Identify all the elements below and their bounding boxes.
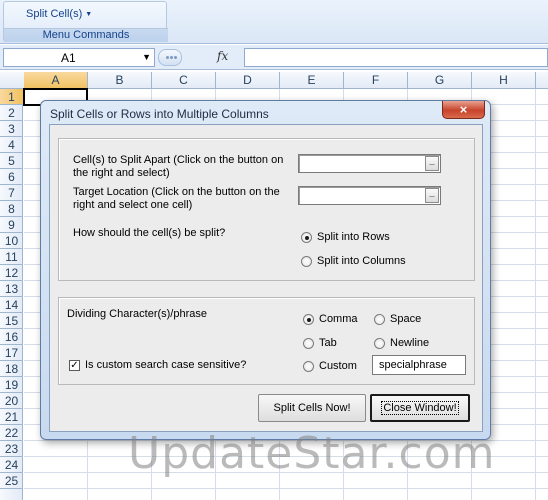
- radio-label: Tab: [319, 337, 337, 349]
- radio-label: Split into Columns: [317, 255, 406, 267]
- row-header-15[interactable]: 15: [0, 313, 23, 329]
- column-header-b[interactable]: B: [88, 72, 152, 89]
- split-cells-menu-label: Split Cell(s): [26, 8, 83, 20]
- radio-divider-tab[interactable]: Tab: [303, 337, 337, 349]
- row-header-24[interactable]: 24: [0, 457, 23, 473]
- formula-bar: A1 ▼ fx: [0, 45, 548, 70]
- radio-divider-space[interactable]: Space: [374, 313, 421, 325]
- row-header-20[interactable]: 20: [0, 393, 23, 409]
- case-sensitive-checkbox[interactable]: ✓: [69, 359, 80, 371]
- split-cells-dialog: Split Cells or Rows into Multiple Column…: [40, 100, 491, 440]
- radio-divider-newline[interactable]: Newline: [374, 337, 429, 349]
- split-cells-menu-button[interactable]: Split Cell(s) ▼: [26, 8, 92, 20]
- split-apart-input[interactable]: _: [298, 154, 441, 173]
- row-header-2[interactable]: 2: [0, 105, 23, 121]
- column-header-h[interactable]: H: [472, 72, 536, 89]
- column-header-g[interactable]: G: [408, 72, 472, 89]
- column-header-c[interactable]: C: [152, 72, 216, 89]
- row-header-6[interactable]: 6: [0, 169, 23, 185]
- name-box-value: A1: [61, 51, 76, 65]
- row-header-23[interactable]: 23: [0, 441, 23, 457]
- close-icon[interactable]: ×: [442, 101, 485, 119]
- radio-split-into-columns[interactable]: Split into Columns: [301, 255, 406, 267]
- dividing-character-label: Dividing Character(s)/phrase: [67, 308, 207, 320]
- row-header-19[interactable]: 19: [0, 377, 23, 393]
- formula-input[interactable]: [244, 48, 548, 67]
- row-headers: 1 2 3 4 5 6 7 8 9 10 11 12 13 14 15 16 17 18 19 20 21 22 23 24 2…: [0, 89, 23, 500]
- row-header-8[interactable]: 8: [0, 201, 23, 217]
- row-header-21[interactable]: 21: [0, 409, 23, 425]
- column-header-e[interactable]: E: [280, 72, 344, 89]
- radio-button[interactable]: [301, 255, 312, 267]
- row-header-7[interactable]: 7: [0, 185, 23, 201]
- row-header-13[interactable]: 13: [0, 281, 23, 297]
- close-window-button[interactable]: Close Window!: [370, 394, 470, 422]
- name-box[interactable]: A1 ▼: [3, 48, 155, 67]
- radio-button[interactable]: [303, 337, 314, 349]
- radio-label: Comma: [319, 313, 358, 325]
- row-header-10[interactable]: 10: [0, 233, 23, 249]
- radio-button[interactable]: [303, 313, 314, 325]
- split-cells-now-button[interactable]: Split Cells Now!: [258, 394, 366, 422]
- chevron-down-icon: ▼: [85, 10, 93, 18]
- row-header-11[interactable]: 11: [0, 249, 23, 265]
- radio-button[interactable]: [303, 360, 314, 372]
- formula-bar-resize-handle[interactable]: [158, 49, 182, 66]
- ribbon-group-menu-commands: Split Cell(s) ▼ Menu Commands: [3, 1, 168, 42]
- radio-button[interactable]: [374, 337, 385, 349]
- target-location-select-button[interactable]: _: [425, 188, 439, 203]
- case-sensitive-checkbox-row[interactable]: ✓ Is custom search case sensitive?: [69, 359, 246, 371]
- radio-button[interactable]: [374, 313, 385, 325]
- split-how-label: How should the cell(s) be split?: [73, 227, 226, 239]
- row-header-9[interactable]: 9: [0, 217, 23, 233]
- radio-split-into-rows[interactable]: Split into Rows: [301, 231, 390, 243]
- row-header-14[interactable]: 14: [0, 297, 23, 313]
- close-window-label: Close Window!: [381, 401, 459, 415]
- watermark: UpdateStar.com: [128, 428, 496, 479]
- chevron-down-icon[interactable]: ▼: [142, 52, 151, 62]
- column-header-d[interactable]: D: [216, 72, 280, 89]
- radio-label: Split into Rows: [317, 231, 390, 243]
- row-header-16[interactable]: 16: [0, 329, 23, 345]
- target-location-label: Target Location (Click on the button on …: [73, 186, 280, 211]
- case-sensitive-label: Is custom search case sensitive?: [85, 359, 247, 371]
- column-headers: ABCDEFGH: [0, 72, 548, 89]
- dialog-title: Split Cells or Rows into Multiple Column…: [50, 107, 269, 121]
- radio-label: Newline: [390, 337, 430, 349]
- row-header-18[interactable]: 18: [0, 361, 23, 377]
- row-header-25[interactable]: 25: [0, 473, 23, 489]
- row-header-5[interactable]: 5: [0, 153, 23, 169]
- row-header-3[interactable]: 3: [0, 121, 23, 137]
- row-header-22[interactable]: 22: [0, 425, 23, 441]
- row-header-1[interactable]: 1: [0, 89, 23, 105]
- dialog-body: Cell(s) to Split Apart (Click on the but…: [49, 124, 483, 432]
- ribbon-group-label: Menu Commands: [4, 28, 168, 42]
- radio-label: Custom: [319, 360, 357, 372]
- ribbon: Split Cell(s) ▼ Menu Commands: [0, 0, 548, 44]
- radio-divider-custom[interactable]: Custom: [303, 360, 357, 372]
- radio-divider-comma[interactable]: Comma: [303, 313, 358, 325]
- row-header-4[interactable]: 4: [0, 137, 23, 153]
- row-header-17[interactable]: 17: [0, 345, 23, 361]
- column-header-a[interactable]: A: [24, 72, 88, 89]
- row-header-12[interactable]: 12: [0, 265, 23, 281]
- split-apart-select-button[interactable]: _: [425, 156, 439, 171]
- radio-button[interactable]: [301, 231, 312, 243]
- column-header-f[interactable]: F: [344, 72, 408, 89]
- radio-label: Space: [390, 313, 422, 325]
- insert-function-icon[interactable]: fx: [217, 49, 228, 63]
- custom-phrase-input[interactable]: specialphrase: [372, 355, 466, 375]
- target-location-input[interactable]: _: [298, 186, 441, 205]
- split-apart-label: Cell(s) to Split Apart (Click on the but…: [73, 154, 284, 179]
